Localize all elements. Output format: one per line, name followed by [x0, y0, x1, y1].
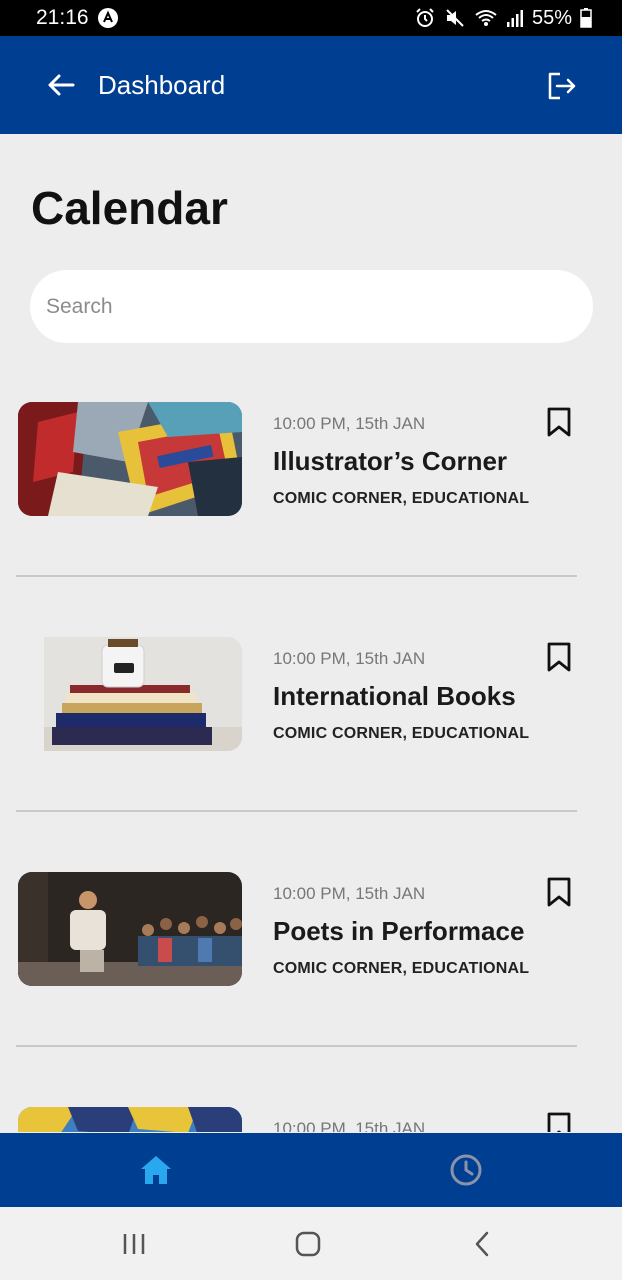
home-system-button[interactable]	[294, 1231, 322, 1262]
comic-books-image	[18, 402, 242, 516]
bookmark-icon	[547, 642, 571, 672]
header-title: Dashboard	[98, 70, 226, 100]
clock-icon	[450, 1154, 482, 1186]
event-time: 10:00 PM, 15th JAN	[273, 1119, 426, 1132]
event-item[interactable]: 10:00 PM, 15th JAN Illustrator’s Corner …	[0, 400, 622, 635]
bookmark-button[interactable]	[546, 641, 572, 673]
event-title: International Books	[273, 681, 516, 711]
signal-icon	[506, 8, 524, 28]
status-time: 21:16	[36, 6, 89, 29]
bookmark-button[interactable]	[546, 406, 572, 438]
bookmark-button[interactable]	[546, 876, 572, 908]
event-item[interactable]: 10:00 PM, 15th JAN International Books C…	[0, 635, 622, 870]
chevron-left-icon	[475, 1231, 489, 1257]
bookmark-button[interactable]	[546, 1111, 572, 1132]
event-time: 10:00 PM, 15th JAN	[273, 414, 426, 433]
app-notification-icon	[97, 7, 119, 29]
event-title: Illustrator’s Corner	[273, 446, 508, 476]
event-thumbnail	[18, 402, 242, 516]
wifi-icon	[474, 7, 498, 29]
status-right: 55%	[414, 7, 592, 30]
bookmark-icon	[547, 1112, 571, 1132]
divider	[16, 810, 577, 812]
page-title: Calendar	[31, 182, 228, 234]
home-circle-icon	[295, 1231, 321, 1257]
event-time: 10:00 PM, 15th JAN	[273, 649, 426, 668]
event-title: Poets in Performace	[273, 916, 525, 946]
app-header: Dashboard	[0, 36, 622, 134]
system-navigation-bar	[0, 1207, 622, 1280]
nav-home-button[interactable]	[138, 1153, 174, 1187]
bookmark-icon	[547, 407, 571, 437]
nav-history-button[interactable]	[448, 1152, 484, 1188]
logout-button[interactable]	[546, 70, 578, 102]
event-list: 10:00 PM, 15th JAN Illustrator’s Corner …	[0, 400, 622, 1132]
back-system-button[interactable]	[472, 1231, 492, 1262]
home-icon	[141, 1156, 171, 1184]
back-arrow-icon	[48, 74, 75, 96]
divider	[16, 1045, 577, 1047]
recent-apps-icon	[123, 1234, 145, 1254]
status-left: 21:16	[36, 6, 119, 30]
performance-image	[18, 872, 242, 986]
battery-icon	[580, 8, 592, 28]
event-thumbnail	[18, 872, 242, 986]
bookmark-icon	[547, 877, 571, 907]
recent-apps-button[interactable]	[120, 1231, 148, 1262]
divider	[16, 575, 577, 577]
status-bar: 21:16 55%	[0, 0, 622, 36]
alarm-icon	[414, 7, 436, 29]
back-button[interactable]	[46, 72, 76, 98]
event-tags: COMIC CORNER, EDUCATIONAL	[273, 490, 530, 507]
graffiti-image	[18, 1107, 242, 1132]
search-input[interactable]	[30, 270, 593, 343]
event-item[interactable]: 10:00 PM, 15th JAN	[0, 1105, 622, 1132]
battery-percent: 55%	[531, 6, 572, 29]
logout-icon	[548, 72, 576, 100]
event-thumbnail	[18, 637, 242, 751]
event-item[interactable]: 10:00 PM, 15th JAN Poets in Performace C…	[0, 870, 622, 1105]
mute-icon	[444, 7, 466, 29]
event-time: 10:00 PM, 15th JAN	[273, 884, 426, 903]
event-thumbnail	[18, 1107, 242, 1132]
bottom-navigation	[0, 1133, 622, 1207]
event-tags: COMIC CORNER, EDUCATIONAL	[273, 725, 530, 742]
books-stack-image	[18, 637, 242, 751]
event-tags: COMIC CORNER, EDUCATIONAL	[273, 960, 530, 977]
